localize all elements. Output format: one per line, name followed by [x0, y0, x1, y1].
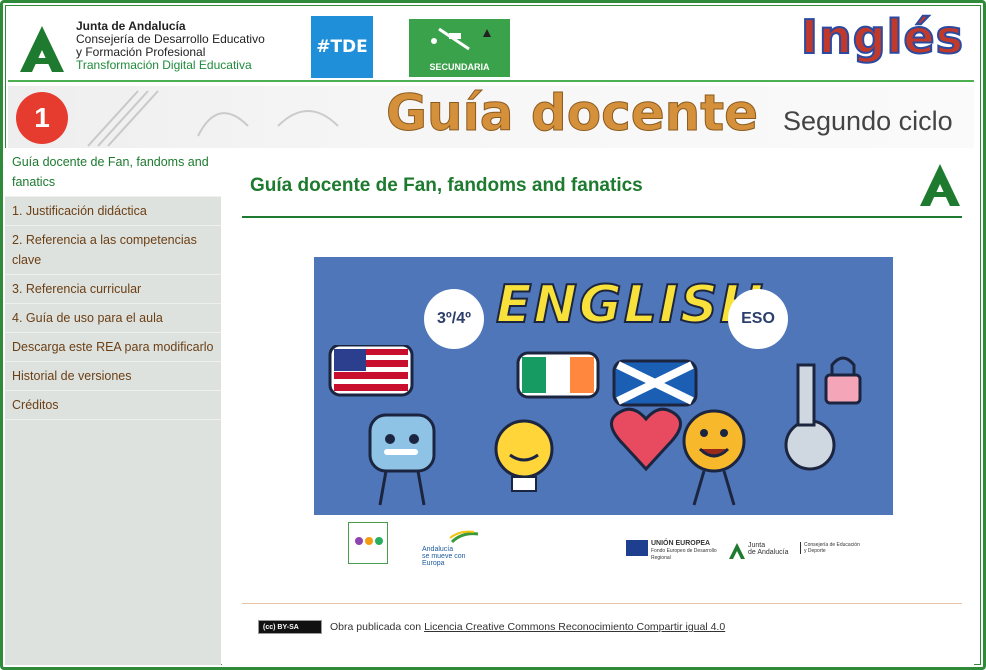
grade-badge: 3º/4º [424, 289, 484, 349]
sidebar-item-historial[interactable]: Historial de versiones [5, 362, 221, 391]
license-line: (cc) BY-SA Obra publicada con Licencia C… [258, 620, 725, 634]
hero-image: 3º/4º ENGLISH ESO [314, 257, 893, 515]
ja-consejeria-text: Consejería de Educación y Deporte [800, 542, 860, 554]
junta-andalucia-logo[interactable]: Junta de Andalucía Consejería de Educaci… [728, 540, 864, 562]
sidebar-nav: Guía docente de Fan, fandoms and fanatic… [5, 148, 221, 665]
sponsor-logos: Andalucía se mueve con Europa UNIÓN EURO… [222, 522, 974, 567]
ue-text-2: Fondo Europeo de Desarrollo Regional [651, 548, 717, 561]
tde-badge[interactable]: #TDE [311, 16, 373, 78]
junta-logo[interactable]: Junta de Andalucía Consejería de Desarro… [10, 14, 288, 80]
satellite-icon [431, 27, 491, 51]
sidebar-item-competencias[interactable]: 2. Referencia a las competencias clave [5, 226, 221, 275]
license-link[interactable]: Licencia Creative Commons Reconocimiento… [424, 621, 725, 633]
rea-logo[interactable] [348, 522, 388, 564]
cc-by-sa-badge[interactable]: (cc) BY-SA [258, 620, 322, 634]
ja-text: Junta de Andalucía [748, 542, 788, 556]
eu-flag-icon [626, 540, 648, 556]
eso-badge: ESO [728, 289, 788, 349]
ue-text: UNIÓN EUROPEA Fondo Europeo de Desarroll… [651, 540, 718, 561]
sidebar-item-descarga[interactable]: Descarga este REA para modificarlo [5, 333, 221, 362]
andalucia-europa-logo[interactable]: Andalucía se mueve con Europa [422, 530, 482, 567]
section-banner: 1 Guía docente Segundo ciclo [8, 86, 974, 148]
guia-title: Guía docente [385, 86, 759, 143]
main-content: Guía docente de Fan, fandoms and fanatic… [222, 148, 974, 665]
rea-icon [355, 537, 383, 545]
license-prefix: Obra publicada con [330, 621, 422, 633]
andalucia-text-2: se mueve con Europa [422, 553, 466, 567]
footer-divider [242, 603, 962, 604]
english-word: ENGLISH [495, 274, 766, 336]
ja-text-2: de Andalucía [748, 549, 789, 556]
sidebar-item-guia-uso[interactable]: 4. Guía de uso para el aula [5, 304, 221, 333]
top-banner: Junta de Andalucía Consejería de Desarro… [8, 9, 974, 82]
sidebar-item-creditos[interactable]: Créditos [5, 391, 221, 420]
unit-number-badge: 1 [16, 92, 68, 144]
org-line4: Transformación Digital Educativa [76, 58, 252, 72]
sidebar-item-guia[interactable]: Guía docente de Fan, fandoms and fanatic… [5, 148, 221, 197]
org-text: Junta de Andalucía Consejería de Desarro… [76, 20, 265, 72]
andalucia-wave-icon [449, 530, 479, 544]
junta-a-icon [920, 164, 960, 206]
junta-a-icon [729, 543, 745, 559]
secundaria-label: SECUNDARIA [429, 62, 490, 72]
characters-illustration [328, 345, 862, 506]
ja-text-1: Junta [748, 542, 766, 549]
cycle-label: Segundo ciclo [783, 106, 953, 136]
cc-badge-text: BY-SA [277, 624, 299, 631]
secundaria-badge[interactable]: SECUNDARIA [409, 19, 510, 77]
ue-text-1: UNIÓN EUROPEA [651, 540, 711, 547]
page-title: Guía docente de Fan, fandoms and fanatic… [250, 175, 643, 196]
junta-a-icon [20, 26, 64, 72]
subject-title: Inglés [800, 9, 964, 65]
sidebar-item-curricular[interactable]: 3. Referencia curricular [5, 275, 221, 304]
decorative-sketch-icon [87, 90, 339, 147]
andalucia-text-1: Andalucía [422, 546, 454, 553]
ue-logo[interactable]: UNIÓN EUROPEA Fondo Europeo de Desarroll… [626, 540, 718, 561]
title-divider [242, 216, 962, 218]
sidebar-item-justificacion[interactable]: 1. Justificación didáctica [5, 197, 221, 226]
